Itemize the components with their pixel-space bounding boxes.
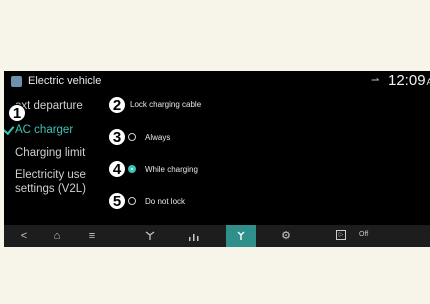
callout-5: 5 <box>108 192 126 210</box>
ev-app-icon <box>11 76 22 87</box>
menu-item-ac-charger[interactable]: AC charger <box>15 123 73 137</box>
menu-item-charging-limit[interactable]: Charging limit <box>15 146 85 160</box>
callout-2: 2 <box>108 96 126 114</box>
settings-gear-icon[interactable]: ⚙ <box>276 225 296 247</box>
status-bar: Electric vehicle ⇀ 12:09AM <box>4 71 430 93</box>
plug-icon <box>237 231 245 240</box>
lock-cable-heading: Lock charging cable <box>130 100 202 109</box>
clock-ampm: AM <box>426 77 430 87</box>
callout-3: 3 <box>108 128 126 146</box>
home-button[interactable]: ⌂ <box>47 225 67 247</box>
option-do-not-lock-label[interactable]: Do not lock <box>145 197 185 206</box>
stats-icon-svg <box>189 234 199 241</box>
radio-always[interactable] <box>128 133 136 141</box>
ev-charging-tab[interactable] <box>226 225 256 247</box>
clock: 12:09AM <box>388 72 430 89</box>
radio-while-charging[interactable] <box>128 165 136 173</box>
fan-icon-svg <box>145 231 155 240</box>
clock-time: 12:09 <box>388 72 426 89</box>
check-icon <box>4 122 15 136</box>
infotainment-screen: Electric vehicle ⇀ 12:09AM ext departure… <box>4 71 430 247</box>
menu-button[interactable]: ≡ <box>82 225 102 247</box>
back-button[interactable]: < <box>14 225 34 247</box>
radio-do-not-lock[interactable] <box>128 197 136 205</box>
fan-icon[interactable] <box>138 225 162 247</box>
callout-4: 4 <box>108 160 126 178</box>
media-off-label: Off <box>359 231 369 238</box>
bottom-navbar: < ⌂ ≡ ⚙ ▷ Off <box>4 225 430 247</box>
signal-icon: ⇀ <box>371 75 380 86</box>
stats-icon[interactable] <box>182 225 206 247</box>
callout-1: 1 <box>8 104 26 122</box>
option-while-charging-label[interactable]: While charging <box>145 165 198 174</box>
menu-item-electricity-use[interactable]: Electricity use settings (V2L) <box>15 168 95 196</box>
media-play-icon[interactable]: ▷ <box>336 230 346 240</box>
app-title: Electric vehicle <box>28 75 102 87</box>
option-always-label[interactable]: Always <box>145 133 170 142</box>
